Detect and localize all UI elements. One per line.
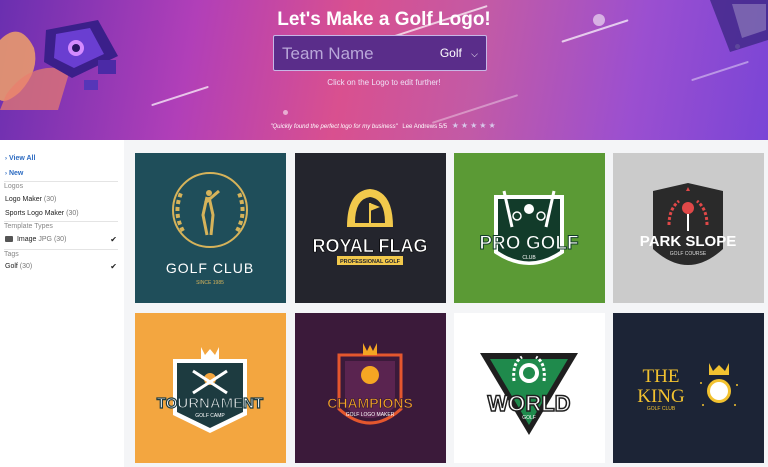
filter-image[interactable]: Image JPG (30) ✔ [5,235,117,244]
divider [4,249,118,250]
filter-logo-maker[interactable]: Logo Maker (30) [5,196,117,203]
filter-count: (30) [19,263,33,270]
logo-sub: CLUB [522,255,536,261]
divider [4,181,118,182]
filter-golf-tag[interactable]: Golf (30) ✔ [5,262,117,271]
team-name-input-placeholder[interactable]: Team Name [282,44,374,64]
check-icon: ✔ [110,235,117,244]
the-king-logo-image: THE KING GOLF CLUB [613,313,764,463]
filter-count: (30) [53,236,67,243]
divider [4,221,118,222]
filter-label: Image [16,236,37,243]
logo-name: CHAMPIONS [327,395,413,411]
logo-sub: GOLF COURSE [670,251,707,257]
filter-label: Sports Logo Maker [5,210,65,217]
logo-sub: SINCE 1985 [196,280,224,286]
filter-sports-logo-maker[interactable]: Sports Logo Maker (30) [5,210,117,217]
park-slope-logo-image: PARK SLOPE GOLF COURSE [613,153,764,303]
chevron-down-icon: ⌵ [471,49,478,59]
template-types-heading: Template Types [4,223,53,230]
logo-card-park-slope[interactable]: PARK SLOPE GOLF COURSE [613,153,764,303]
logo-card-golf-club[interactable]: GOLF CLUB SINCE 1985 [135,153,286,303]
logo-card-the-king[interactable]: THE KING GOLF CLUB [613,313,764,463]
filter-label: Golf [5,263,18,270]
champions-logo-image: CHAMPIONS GOLF LOGO MAKER [295,313,446,463]
logo-card-champions[interactable]: CHAMPIONS GOLF LOGO MAKER [295,313,446,463]
chevron-right-icon: › [5,171,7,177]
logo-name: ROYAL FLAG [312,236,427,256]
tournament-logo-image: TOURNAMENT GOLF CAMP [135,313,286,463]
logo-sub: GOLF CLUB [647,406,676,412]
edit-hint: Click on the Logo to edit further! [327,78,441,87]
logo-sub: GOLF [522,415,536,421]
check-icon: ✔ [110,262,117,271]
royal-flag-logo-image: ROYAL FLAG PROFESSIONAL GOLF [295,153,446,303]
logo-card-royal-flag[interactable]: ROYAL FLAG PROFESSIONAL GOLF [295,153,446,303]
filter-count: (30) [43,196,57,203]
review-author: Lee Andrews 5/5 [402,124,448,130]
logo-name: THE [643,366,680,387]
camera-icon [5,236,13,243]
new-label: New [8,170,24,177]
view-all-link[interactable]: › View All [5,155,35,162]
category-select[interactable]: Golf ⌵ [440,46,478,60]
logo-name: PARK SLOPE [640,233,736,250]
decorative-streak [431,94,519,124]
logo-name-2: KING [637,386,685,407]
logo-card-pro-golf[interactable]: PRO GOLF CLUB [454,153,605,303]
logo-name: WORLD [487,391,570,416]
logo-name: GOLF CLUB [166,260,254,276]
decorative-dot [283,110,288,115]
logo-sub: GOLF CAMP [195,413,225,419]
world-logo-image: WORLD GOLF [454,313,605,463]
view-all-label: View All [8,155,36,162]
decorative-streak [151,85,209,107]
image-format: JPG [38,236,52,243]
filter-label: Logo Maker [5,196,42,203]
hero-banner: Let's Make a Golf Logo! Team Name Golf ⌵… [0,0,768,140]
review-quote: "Quickly found the perfect logo for my b… [270,124,398,130]
team-name-search-box[interactable]: Team Name Golf ⌵ [273,35,487,71]
logos-heading: Logos [4,183,24,190]
filter-sidebar: › View All › New Logos Logo Maker (30) S… [0,140,124,467]
category-select-value: Golf [439,46,462,60]
pro-golf-logo-image: PRO GOLF CLUB [454,153,605,303]
star-rating-icon: ★★★★★ [451,121,498,130]
golf-club-logo-image: GOLF CLUB SINCE 1985 [135,153,286,303]
chevron-right-icon: › [5,156,7,162]
review-strip: "Quickly found the perfect logo for my b… [0,121,768,130]
logo-name: TOURNAMENT [157,395,263,412]
logo-sub: PROFESSIONAL GOLF [340,259,401,265]
logo-sub: GOLF LOGO MAKER [346,412,395,418]
new-link[interactable]: › New [5,170,23,177]
logo-card-tournament[interactable]: TOURNAMENT GOLF CAMP [135,313,286,463]
logo-name: PRO GOLF [479,233,578,254]
tags-heading: Tags [4,251,19,258]
page-title: Let's Make a Golf Logo! [277,9,491,30]
filter-count: (30) [66,210,79,217]
logo-card-world[interactable]: WORLD GOLF [454,313,605,463]
